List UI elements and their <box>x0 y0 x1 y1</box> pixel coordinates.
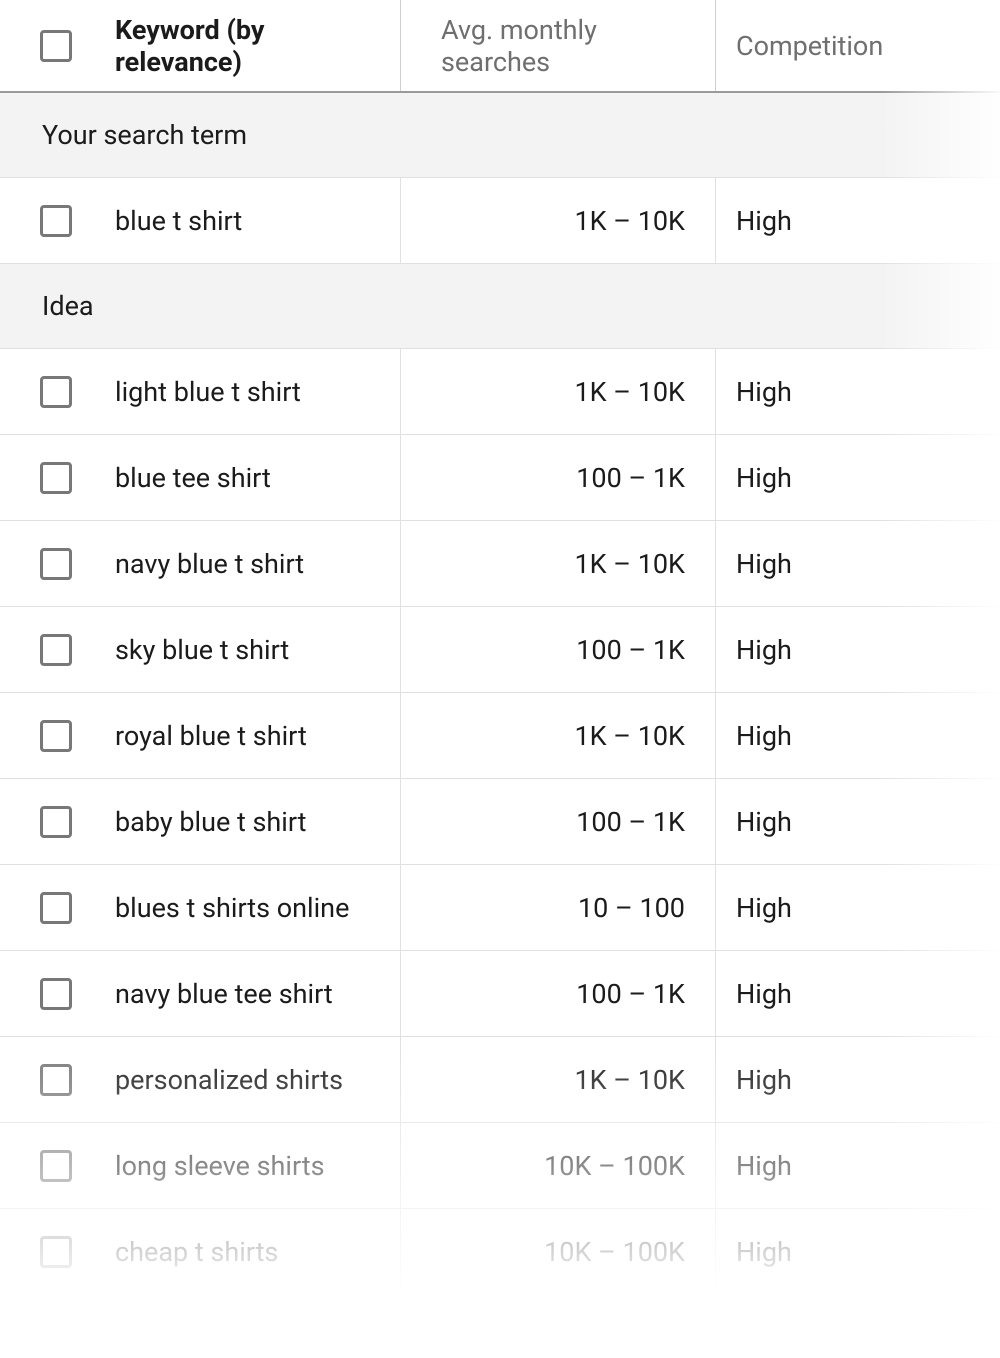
searches-cell: 10K – 100K <box>400 1209 715 1294</box>
keyword-cell[interactable]: blues t shirts online <box>115 892 400 924</box>
section-header-label: Your search term <box>42 119 247 151</box>
select-all-checkbox[interactable] <box>40 30 72 62</box>
keyword-cell[interactable]: cheap t shirts <box>115 1236 400 1268</box>
header-keyword[interactable]: Keyword (by relevance) <box>115 14 400 78</box>
table-row: baby blue t shirt100 – 1KHigh <box>0 779 1000 865</box>
table-row: blue tee shirt100 – 1KHigh <box>0 435 1000 521</box>
table-row: cheap t shirts10K – 100KHigh <box>0 1209 1000 1295</box>
row-checkbox[interactable] <box>40 720 72 752</box>
competition-cell: High <box>715 607 1000 692</box>
table-row: light blue t shirt1K – 10KHigh <box>0 349 1000 435</box>
competition-cell: High <box>715 1123 1000 1208</box>
row-checkbox[interactable] <box>40 806 72 838</box>
searches-cell: 10 – 100 <box>400 865 715 950</box>
section-header-label: Idea <box>42 290 94 322</box>
competition-cell: High <box>715 1209 1000 1294</box>
table-header-row: Keyword (by relevance) Avg. monthly sear… <box>0 0 1000 93</box>
row-checkbox[interactable] <box>40 462 72 494</box>
section-header: Idea <box>0 264 1000 349</box>
table-row: blue t shirt1K – 10KHigh <box>0 178 1000 264</box>
searches-cell: 1K – 10K <box>400 521 715 606</box>
competition-cell: High <box>715 521 1000 606</box>
competition-cell: High <box>715 865 1000 950</box>
keyword-cell[interactable]: royal blue t shirt <box>115 720 400 752</box>
competition-cell: High <box>715 178 1000 263</box>
searches-cell: 1K – 10K <box>400 1037 715 1122</box>
searches-cell: 100 – 1K <box>400 607 715 692</box>
header-competition[interactable]: Competition <box>715 0 1000 91</box>
keyword-cell[interactable]: long sleeve shirts <box>115 1150 400 1182</box>
table-row: sky blue t shirt100 – 1KHigh <box>0 607 1000 693</box>
row-checkbox[interactable] <box>40 548 72 580</box>
row-checkbox[interactable] <box>40 1150 72 1182</box>
competition-cell: High <box>715 951 1000 1036</box>
table-row: navy blue tee shirt100 – 1KHigh <box>0 951 1000 1037</box>
table-row: long sleeve shirts10K – 100KHigh <box>0 1123 1000 1209</box>
row-checkbox[interactable] <box>40 1064 72 1096</box>
keyword-cell[interactable]: sky blue t shirt <box>115 634 400 666</box>
searches-cell: 1K – 10K <box>400 178 715 263</box>
table-row: royal blue t shirt1K – 10KHigh <box>0 693 1000 779</box>
keyword-cell[interactable]: personalized shirts <box>115 1064 400 1096</box>
row-checkbox[interactable] <box>40 1236 72 1268</box>
searches-cell: 100 – 1K <box>400 951 715 1036</box>
keyword-cell[interactable]: blue t shirt <box>115 205 400 237</box>
row-checkbox[interactable] <box>40 978 72 1010</box>
keyword-cell[interactable]: navy blue t shirt <box>115 548 400 580</box>
keyword-cell[interactable]: baby blue t shirt <box>115 806 400 838</box>
searches-cell: 100 – 1K <box>400 779 715 864</box>
searches-cell: 1K – 10K <box>400 693 715 778</box>
competition-cell: High <box>715 349 1000 434</box>
row-checkbox[interactable] <box>40 376 72 408</box>
competition-cell: High <box>715 1037 1000 1122</box>
table-row: blues t shirts online10 – 100High <box>0 865 1000 951</box>
row-checkbox[interactable] <box>40 634 72 666</box>
searches-cell: 1K – 10K <box>400 349 715 434</box>
keyword-cell[interactable]: light blue t shirt <box>115 376 400 408</box>
header-searches[interactable]: Avg. monthly searches <box>400 0 715 91</box>
competition-cell: High <box>715 779 1000 864</box>
searches-cell: 10K – 100K <box>400 1123 715 1208</box>
row-checkbox[interactable] <box>40 892 72 924</box>
keyword-table: Keyword (by relevance) Avg. monthly sear… <box>0 0 1000 1295</box>
keyword-cell[interactable]: navy blue tee shirt <box>115 978 400 1010</box>
table-row: navy blue t shirt1K – 10KHigh <box>0 521 1000 607</box>
keyword-cell[interactable]: blue tee shirt <box>115 462 400 494</box>
searches-cell: 100 – 1K <box>400 435 715 520</box>
competition-cell: High <box>715 435 1000 520</box>
row-checkbox[interactable] <box>40 205 72 237</box>
table-row: personalized shirts1K – 10KHigh <box>0 1037 1000 1123</box>
section-header: Your search term <box>0 93 1000 178</box>
competition-cell: High <box>715 693 1000 778</box>
